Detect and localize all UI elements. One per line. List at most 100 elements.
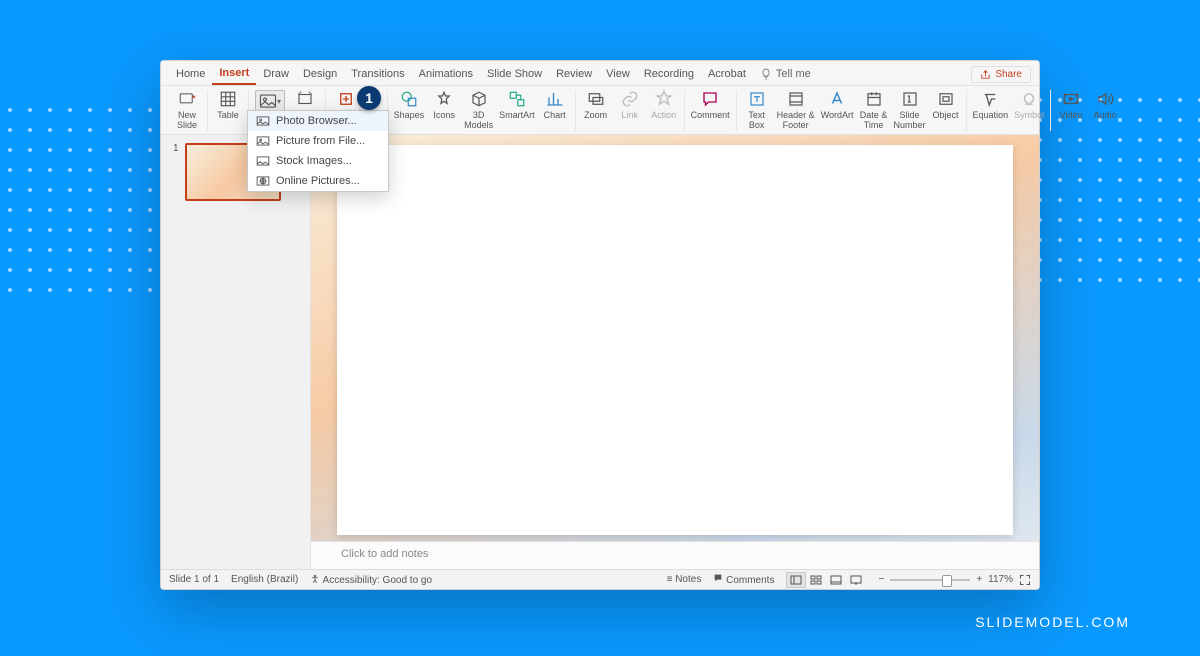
- view-mode-buttons: [786, 572, 866, 588]
- tab-slideshow[interactable]: Slide Show: [480, 64, 549, 84]
- equation-button[interactable]: Equation: [973, 90, 1009, 120]
- dropdown-photo-browser[interactable]: Photo Browser...: [248, 111, 388, 131]
- tell-me-label: Tell me: [776, 68, 811, 80]
- comment-label: Comment: [691, 110, 730, 120]
- tab-home[interactable]: Home: [169, 64, 212, 84]
- dropdown-stock-images-label: Stock Images...: [276, 155, 352, 167]
- shapes-label: Shapes: [394, 110, 425, 120]
- dropdown-stock-images[interactable]: Stock Images...: [248, 151, 388, 171]
- zoom-button[interactable]: Zoom: [582, 90, 610, 120]
- screenshot-icon: [296, 90, 314, 108]
- tab-view[interactable]: View: [599, 64, 637, 84]
- smartart-button[interactable]: SmartArt: [499, 90, 535, 120]
- wordart-icon: [828, 90, 846, 108]
- 3d-models-label: 3D Models: [464, 110, 493, 131]
- picture-file-icon: [256, 135, 270, 147]
- status-slide-count: Slide 1 of 1: [169, 574, 219, 585]
- editor-area: Click to add notes: [311, 135, 1039, 569]
- ribbon-tabs: Home Insert Draw Design Transitions Anim…: [161, 61, 1039, 86]
- zoom-level[interactable]: 117%: [988, 574, 1013, 585]
- dropdown-picture-file-label: Picture from File...: [276, 135, 365, 147]
- notes-pane[interactable]: Click to add notes: [311, 541, 1039, 569]
- chart-label: Chart: [544, 110, 566, 120]
- pictures-dropdown: Photo Browser... Picture from File... St…: [247, 110, 389, 192]
- share-label: Share: [995, 69, 1022, 80]
- tab-insert[interactable]: Insert: [212, 63, 256, 85]
- wordart-label: WordArt: [821, 110, 854, 120]
- chart-button[interactable]: Chart: [541, 90, 569, 120]
- header-footer-button[interactable]: Header & Footer: [777, 90, 815, 131]
- action-label: Action: [651, 110, 676, 120]
- tab-transitions[interactable]: Transitions: [344, 64, 411, 84]
- 3d-models-button[interactable]: 3D Models: [464, 90, 493, 131]
- icons-icon: [435, 90, 453, 108]
- video-label: Video: [1060, 110, 1083, 120]
- object-button[interactable]: Object: [932, 90, 960, 120]
- tab-draw[interactable]: Draw: [256, 64, 296, 84]
- fit-to-window-icon[interactable]: [1019, 574, 1031, 586]
- tab-design[interactable]: Design: [296, 64, 344, 84]
- status-comments-button[interactable]: Comments: [713, 573, 774, 586]
- object-icon: [937, 90, 955, 108]
- view-reading[interactable]: [826, 572, 846, 588]
- thumbnail-number: 1: [173, 143, 179, 561]
- symbol-icon: [1020, 90, 1038, 108]
- wordart-button[interactable]: WordArt: [821, 90, 854, 120]
- textbox-button[interactable]: Text Box: [743, 90, 771, 131]
- online-pictures-icon: [256, 175, 270, 187]
- dropdown-picture-from-file[interactable]: Picture from File...: [248, 131, 388, 151]
- tab-recording[interactable]: Recording: [637, 64, 701, 84]
- header-footer-icon: [787, 90, 805, 108]
- step-badge-1: 1: [357, 86, 381, 110]
- link-label: Link: [621, 110, 638, 120]
- stock-images-icon: [256, 155, 270, 167]
- tab-review[interactable]: Review: [549, 64, 599, 84]
- symbol-label: Symbol: [1014, 110, 1044, 120]
- zoom-in-button[interactable]: +: [976, 574, 982, 585]
- status-accessibility[interactable]: Accessibility: Good to go: [310, 574, 432, 586]
- new-slide-label: New Slide: [177, 110, 197, 131]
- new-slide-button[interactable]: New Slide: [173, 90, 201, 131]
- share-icon: [980, 69, 991, 80]
- table-icon: [219, 90, 237, 108]
- zoom-label: Zoom: [584, 110, 607, 120]
- status-notes-button[interactable]: ≡ Notes: [667, 574, 702, 585]
- shapes-icon: [400, 90, 418, 108]
- tell-me-search[interactable]: Tell me: [753, 64, 818, 84]
- comment-button[interactable]: Comment: [691, 90, 730, 120]
- table-button[interactable]: Table: [214, 90, 242, 120]
- dropdown-online-pictures[interactable]: Online Pictures...: [248, 171, 388, 191]
- lightbulb-icon: [760, 68, 772, 80]
- chart-icon: [546, 90, 564, 108]
- video-button[interactable]: Video: [1057, 90, 1085, 120]
- slide-number-button[interactable]: Slide Number: [894, 90, 926, 131]
- view-sorter[interactable]: [806, 572, 826, 588]
- workspace: 1 Click to add notes: [161, 135, 1039, 569]
- action-button[interactable]: Action: [650, 90, 678, 120]
- tab-animations[interactable]: Animations: [412, 64, 480, 84]
- comments-icon: [713, 573, 723, 583]
- dropdown-photo-browser-label: Photo Browser...: [276, 115, 357, 127]
- audio-button[interactable]: Audio: [1091, 90, 1119, 120]
- icons-button[interactable]: Icons: [430, 90, 458, 120]
- symbol-button[interactable]: Symbol: [1014, 90, 1044, 120]
- zoom-slider[interactable]: [890, 579, 970, 581]
- view-normal[interactable]: [786, 572, 806, 588]
- datetime-button[interactable]: Date & Time: [860, 90, 888, 131]
- shapes-button[interactable]: Shapes: [394, 90, 425, 120]
- view-slideshow[interactable]: [846, 572, 866, 588]
- dropdown-online-pictures-label: Online Pictures...: [276, 175, 360, 187]
- datetime-label: Date & Time: [860, 110, 888, 131]
- cube-icon: [470, 90, 488, 108]
- share-button[interactable]: Share: [971, 66, 1031, 83]
- zoom-out-button[interactable]: −: [878, 574, 884, 585]
- zoom-control: − + 117%: [878, 574, 1031, 586]
- equation-label: Equation: [973, 110, 1009, 120]
- header-footer-label: Header & Footer: [777, 110, 815, 131]
- status-bar: Slide 1 of 1 English (Brazil) Accessibil…: [161, 569, 1039, 589]
- tab-acrobat[interactable]: Acrobat: [701, 64, 753, 84]
- slide-canvas[interactable]: [337, 145, 1013, 535]
- link-button[interactable]: Link: [616, 90, 644, 120]
- status-language[interactable]: English (Brazil): [231, 574, 298, 585]
- smartart-icon: [508, 90, 526, 108]
